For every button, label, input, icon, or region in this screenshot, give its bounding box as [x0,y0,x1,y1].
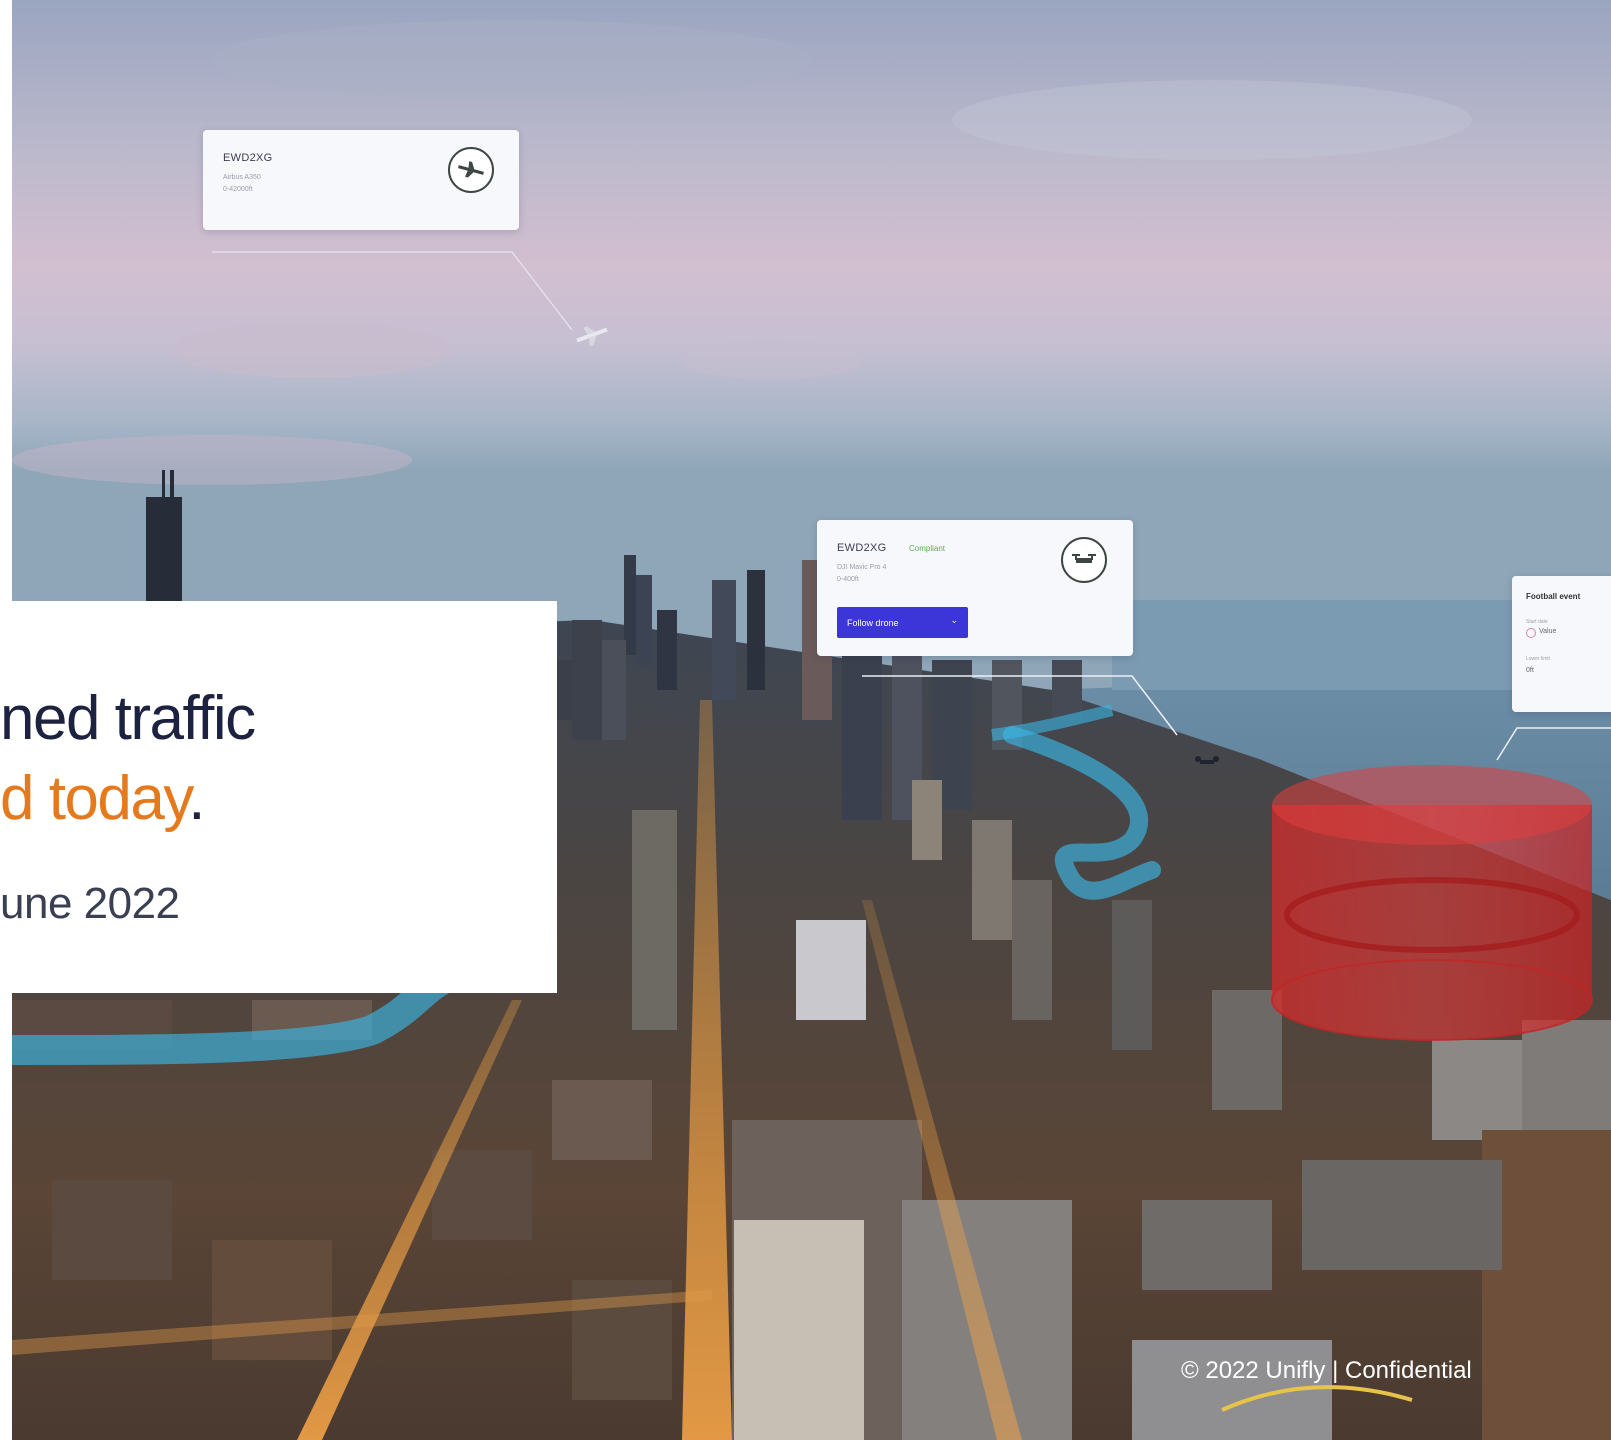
event-info-card[interactable]: Football event Start date Value Lower li… [1512,576,1611,712]
drone-icon [1061,537,1107,583]
follow-drone-button[interactable]: Follow drone ⌄ [837,607,968,638]
follow-drone-label: Follow drone [847,617,899,628]
aircraft-callsign: EWD2XG [223,152,273,164]
event-title: Football event [1526,592,1581,601]
lower-limit-label: Lower limit [1526,656,1550,662]
chevron-down-icon: ⌄ [950,615,958,625]
radio-icon [1526,628,1536,638]
copyright-footer: © 2022 Unifly | Confidential [1181,1357,1472,1384]
headline-line-1: ned traffic [0,684,256,753]
headline-period: . [188,764,205,833]
aircraft-altitude: 0-42000ft [223,186,253,193]
drone-model: DJI Mavic Pro 4 [837,564,887,571]
lower-limit-value: 0ft [1526,667,1534,674]
drone-callsign: EWD2XG [837,542,887,554]
drone-altitude: 0-400ft [837,576,859,583]
headline-accent: d today [0,764,190,833]
start-date-label: Start date [1526,619,1548,625]
title-panel: ned traffic d today. une 2022 [0,601,557,993]
slide: EWD2XG Airbus A350 0-42000ft EWD2XG Comp… [0,0,1611,1440]
compliance-status-badge: Compliant [909,544,946,553]
aircraft-info-card[interactable]: EWD2XG Airbus A350 0-42000ft [203,130,519,230]
start-date-value: Value [1539,628,1557,635]
drone-info-card[interactable]: EWD2XG Compliant DJI Mavic Pro 4 0-400ft… [817,520,1133,656]
aircraft-model: Airbus A350 [223,174,261,181]
presentation-date: une 2022 [0,879,180,928]
headline-line-2: d today. [0,763,205,834]
plane-icon [448,147,494,193]
